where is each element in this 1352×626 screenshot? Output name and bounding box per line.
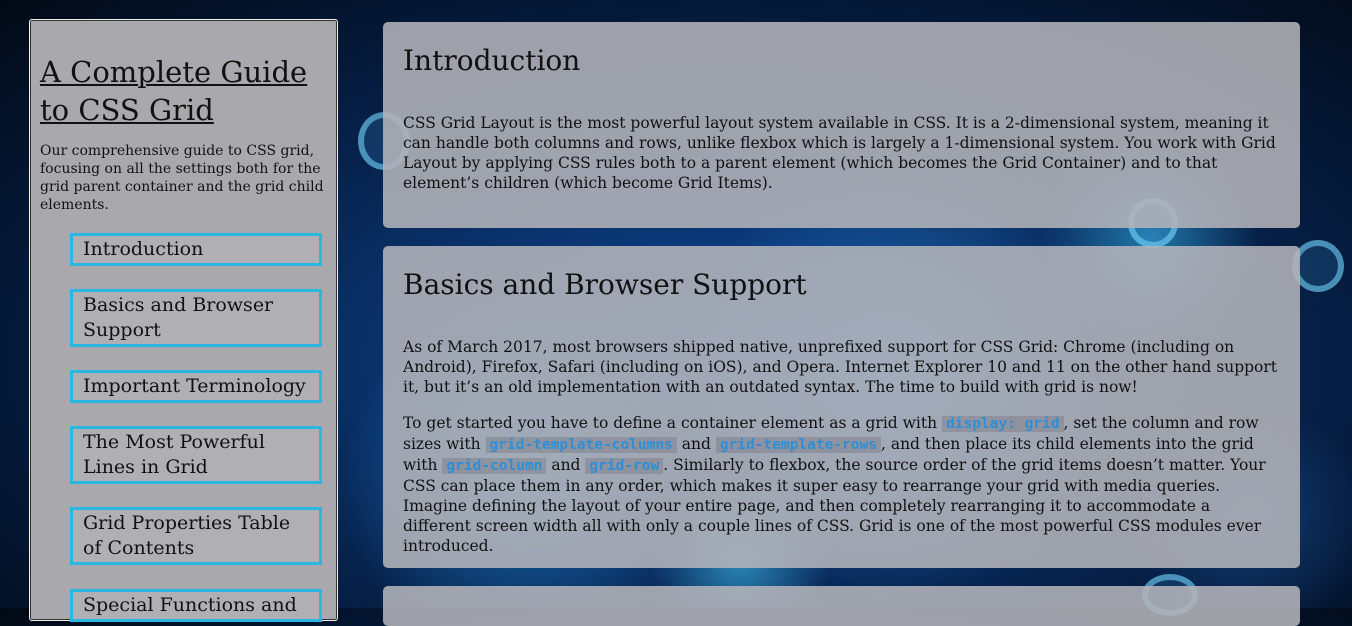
paragraph-text: and xyxy=(546,456,586,474)
code-grid-template-columns: grid-template-columns xyxy=(485,437,677,453)
paragraph-text: and xyxy=(676,435,716,453)
section-heading: Introduction xyxy=(403,44,581,77)
site-description: Our comprehensive guide to CSS grid, foc… xyxy=(40,143,324,213)
code-grid-row: grid-row xyxy=(585,458,664,474)
nav-item-grid-properties-toc[interactable]: Grid Properties Table of Contents xyxy=(70,507,322,565)
nav-item-introduction[interactable]: Introduction xyxy=(70,233,322,266)
nav-item-basics-and-browser-support[interactable]: Basics and Browser Support xyxy=(70,289,322,347)
section-paragraph: As of March 2017, most browsers shipped … xyxy=(403,338,1278,396)
code-display-grid: display: grid xyxy=(942,416,1064,432)
code-grid-column: grid-column xyxy=(442,458,547,474)
site-title[interactable]: A Complete Guide to CSS Grid xyxy=(40,53,336,129)
nav-item-special-functions[interactable]: Special Functions and xyxy=(70,589,322,622)
nav-item-important-terminology[interactable]: Important Terminology xyxy=(70,370,322,403)
code-grid-template-rows: grid-template-rows xyxy=(715,437,881,453)
section-paragraph: To get started you have to define a cont… xyxy=(403,413,1278,556)
section-next xyxy=(383,586,1300,626)
section-introduction: Introduction CSS Grid Layout is the most… xyxy=(383,22,1300,228)
section-paragraph: CSS Grid Layout is the most powerful lay… xyxy=(403,114,1276,192)
sidebar: A Complete Guide to CSS Grid Our compreh… xyxy=(29,19,338,622)
section-basics-and-browser-support: Basics and Browser Support As of March 2… xyxy=(383,246,1300,568)
paragraph-text: To get started you have to define a cont… xyxy=(403,414,942,432)
nav-item-most-powerful-lines[interactable]: The Most Powerful Lines in Grid xyxy=(70,426,322,484)
section-heading: Basics and Browser Support xyxy=(403,268,807,301)
